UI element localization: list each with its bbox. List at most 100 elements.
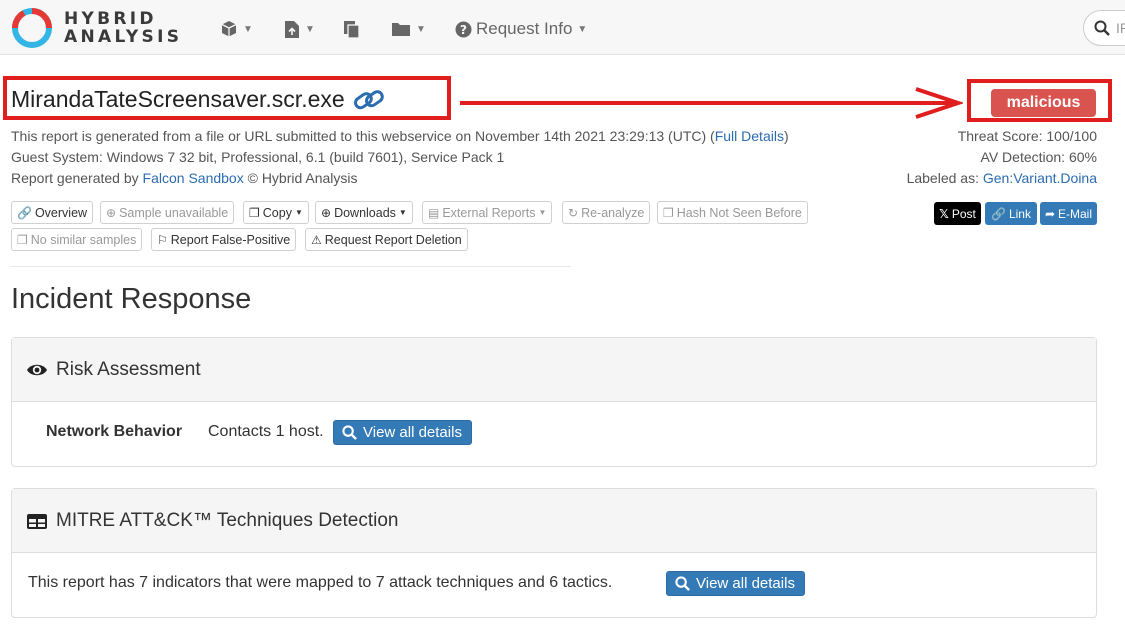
report-false-positive-label: Report False-Positive <box>170 232 291 247</box>
request-deletion-button[interactable]: ⚠ Request Report Deletion <box>305 228 468 251</box>
report-false-positive-button[interactable]: ⚐ Report False-Positive <box>151 228 297 251</box>
nav-request-info-menu[interactable]: ? Request Info ▼ <box>455 16 587 42</box>
hybrid-analysis-logo-icon[interactable] <box>10 6 54 50</box>
view-all-details-label: View all details <box>363 424 462 441</box>
network-behavior-text: Contacts 1 host. <box>208 423 324 440</box>
no-similar-samples-button[interactable]: ❐ No similar samples <box>11 228 143 251</box>
question-circle-icon: ? <box>455 21 472 37</box>
logo-text-top: HYBRID <box>64 9 157 29</box>
book-icon: ▤ <box>428 205 440 220</box>
mitre-attack-title: MITRE ATT&CK™ Techniques Detection <box>56 509 399 531</box>
copy-icon: ❐ <box>663 205 674 220</box>
downloads-label: Downloads <box>334 205 396 220</box>
labeled-as-text: Labeled as: <box>906 170 983 186</box>
chevron-down-icon: ▼ <box>416 23 426 35</box>
table-icon <box>27 513 47 529</box>
full-details-link[interactable]: Full Details <box>715 128 784 144</box>
mitre-attack-header[interactable]: MITRE ATT&CK™ Techniques Detection <box>12 489 1096 553</box>
logo-text-bottom: ANALYSIS <box>64 27 183 47</box>
annotation-box-filename <box>3 76 451 120</box>
copyright-text: © Hybrid Analysis <box>243 170 358 186</box>
svg-text:?: ? <box>460 23 467 37</box>
view-all-details-button[interactable]: View all details <box>333 420 472 445</box>
no-similar-label: No similar samples <box>30 232 137 247</box>
copy-button[interactable]: ❐ Copy ▼ <box>243 201 309 224</box>
search-icon <box>342 425 357 440</box>
report-generated-line: This report is generated from a file or … <box>11 128 789 144</box>
risk-assessment-title: Risk Assessment <box>56 358 201 380</box>
sample-unavailable-label: Sample unavailable <box>119 205 229 220</box>
link-icon: 🔗 <box>991 206 1006 221</box>
nav-copy-menu[interactable] <box>343 16 361 42</box>
top-navbar: HYBRID ANALYSIS ▼ ▼ ▼ ? Request Info ▼ I… <box>0 0 1125 55</box>
post-x-button[interactable]: 𝕏 Post <box>934 202 981 225</box>
nav-sandbox-menu[interactable]: ▼ <box>220 16 253 42</box>
chevron-down-icon: ▼ <box>243 23 253 35</box>
nav-file-menu[interactable]: ▼ <box>284 16 315 42</box>
x-logo-icon: 𝕏 <box>939 206 949 221</box>
download-circle-icon: ⊕ <box>106 205 117 220</box>
search-icon <box>675 576 690 591</box>
chevron-down-icon: ▼ <box>294 208 303 217</box>
share-email-button[interactable]: ➦ E-Mail <box>1040 202 1097 225</box>
post-label: Post <box>951 206 976 221</box>
risk-assessment-body: Network Behavior Contacts 1 host. View a… <box>12 402 1096 466</box>
link-icon: 🔗 <box>17 205 32 220</box>
nav-folder-menu[interactable]: ▼ <box>391 16 426 42</box>
generated-by-text: Report generated by <box>11 170 143 186</box>
share-icon: ➦ <box>1044 206 1056 221</box>
generated-suffix: ) <box>783 128 789 144</box>
files-icon <box>344 20 360 39</box>
flag-icon: ⚐ <box>157 232 168 247</box>
guest-system: Guest System: Windows 7 32 bit, Professi… <box>11 149 505 165</box>
mitre-view-all-details-button[interactable]: View all details <box>666 571 805 596</box>
file-upload-icon <box>285 20 299 38</box>
external-reports-button[interactable]: ▤ External Reports ▼ <box>422 201 553 224</box>
cube-icon <box>221 21 237 37</box>
downloads-button[interactable]: ⊕ Downloads ▼ <box>315 201 413 224</box>
refresh-icon: ↻ <box>568 205 579 220</box>
request-deletion-label: Request Report Deletion <box>324 232 462 247</box>
overview-label: Overview <box>34 205 88 220</box>
copy-icon: ❐ <box>17 232 28 247</box>
reanalyze-button[interactable]: ↻ Re-analyze <box>562 201 651 224</box>
generated-text: This report is generated from a file or … <box>11 128 715 144</box>
search-input[interactable]: IP <box>1083 10 1125 46</box>
chevron-down-icon: ▼ <box>577 23 588 35</box>
reanalyze-label: Re-analyze <box>581 205 645 220</box>
hash-not-seen-label: Hash Not Seen Before <box>676 205 802 220</box>
download-circle-icon: ⊕ <box>321 205 332 220</box>
link-label: Link <box>1008 206 1031 221</box>
risk-assessment-panel: Risk Assessment Network Behavior Contact… <box>11 337 1097 467</box>
network-behavior-label: Network Behavior <box>46 423 183 440</box>
chevron-down-icon: ▼ <box>305 23 315 35</box>
request-info-label: Request Info <box>476 19 573 38</box>
folder-icon <box>392 23 410 36</box>
verdict-badge: malicious <box>991 89 1096 117</box>
overview-button[interactable]: 🔗 Overview <box>11 201 94 224</box>
threat-score: Threat Score: 100/100 <box>957 128 1097 144</box>
search-placeholder: IP <box>1116 20 1125 36</box>
mitre-attack-body: This report has 7 indicators that were m… <box>12 553 1096 617</box>
risk-assessment-header[interactable]: Risk Assessment <box>12 338 1096 402</box>
warning-icon: ⚠ <box>311 232 322 247</box>
logo-text[interactable]: HYBRID ANALYSIS <box>64 10 182 46</box>
search-icon <box>1094 20 1110 36</box>
mitre-summary-text: This report has 7 indicators that were m… <box>28 574 613 591</box>
labeled-as: Labeled as: Gen:Variant.Doina <box>907 170 1097 186</box>
hash-not-seen-button[interactable]: ❐ Hash Not Seen Before <box>657 201 808 224</box>
copy-icon: ❐ <box>249 205 260 220</box>
sample-unavailable-button[interactable]: ⊕ Sample unavailable <box>100 201 235 224</box>
view-all-details-label: View all details <box>696 575 795 592</box>
label-link[interactable]: Gen:Variant.Doina <box>983 170 1097 186</box>
section-divider <box>11 266 571 267</box>
annotation-arrow-icon <box>460 87 963 119</box>
chevron-down-icon: ▼ <box>398 208 407 217</box>
external-reports-label: External Reports <box>442 205 536 220</box>
incident-response-heading: Incident Response <box>11 283 252 315</box>
falcon-sandbox-link[interactable]: Falcon Sandbox <box>143 170 244 186</box>
share-link-button[interactable]: 🔗 Link <box>985 202 1037 225</box>
report-generated-by: Report generated by Falcon Sandbox © Hyb… <box>11 170 358 186</box>
copy-label: Copy <box>262 205 292 220</box>
av-detection: AV Detection: 60% <box>980 149 1097 165</box>
